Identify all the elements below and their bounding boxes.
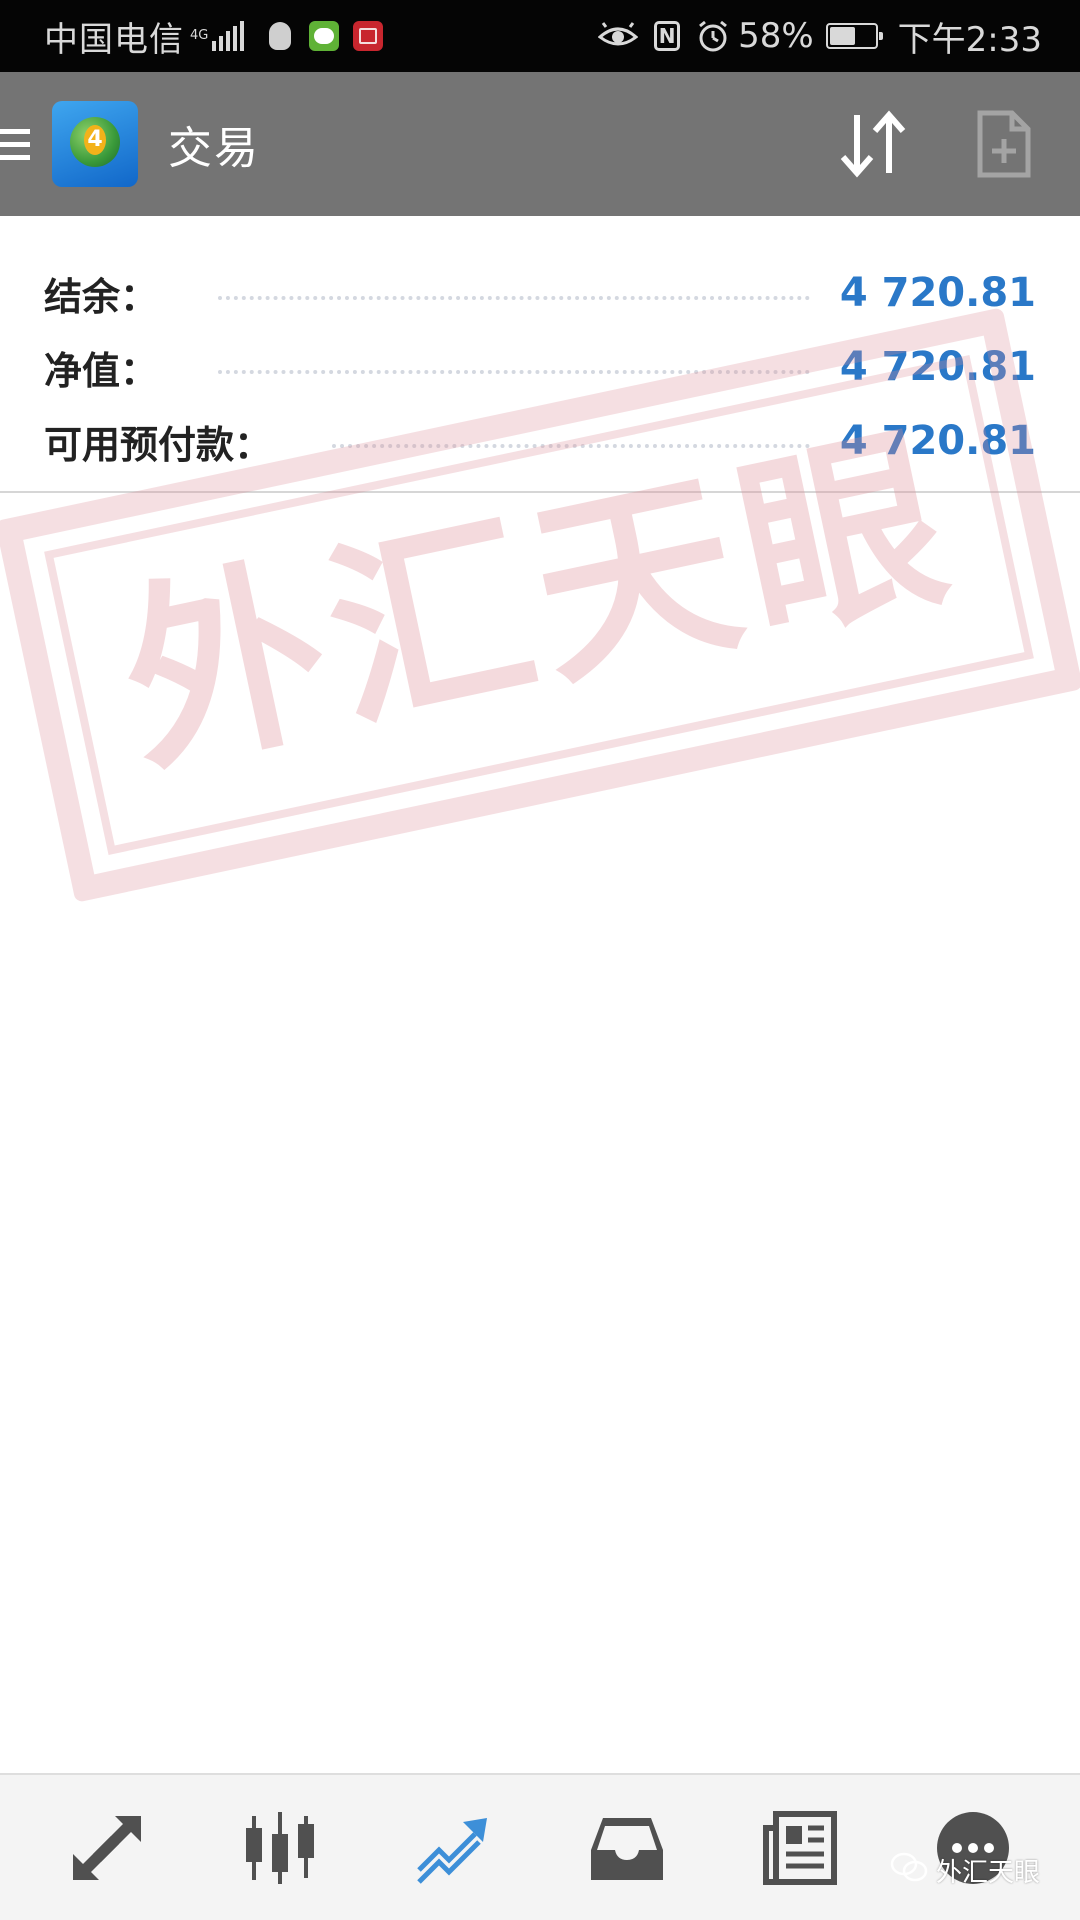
nfc-icon: N xyxy=(654,21,681,51)
history-icon[interactable] xyxy=(572,1793,682,1903)
clock: 下午2:33 xyxy=(897,19,1042,60)
chart-icon[interactable] xyxy=(225,1793,335,1903)
equity-label: 净值： xyxy=(44,348,159,393)
balance-label: 结余： xyxy=(44,274,159,319)
page-title: 交易 xyxy=(168,123,260,174)
quotes-icon[interactable] xyxy=(52,1793,162,1903)
wechat-icon xyxy=(890,1852,928,1889)
alarm-icon xyxy=(696,19,730,53)
network-type-label: 4G xyxy=(190,28,209,43)
app-logo[interactable]: 4 xyxy=(52,101,138,187)
battery-icon xyxy=(825,23,883,49)
menu-icon[interactable] xyxy=(0,72,30,216)
free-margin-label: 可用预付款： xyxy=(44,422,273,467)
pet-app-icon xyxy=(309,21,339,51)
account-row-balance: 结余： 4 720.81 xyxy=(0,256,1080,330)
equity-value: 4 720.81 xyxy=(839,344,1036,390)
sort-icon[interactable] xyxy=(828,99,918,189)
signal-icon xyxy=(212,21,247,51)
dotted-leader xyxy=(218,360,810,374)
free-margin-value: 4 720.81 xyxy=(839,418,1036,464)
account-row-free-margin: 可用预付款： 4 720.81 xyxy=(0,404,1080,478)
app-toolbar: 4 交易 xyxy=(0,72,1080,216)
book-app-icon xyxy=(353,21,383,51)
eye-icon xyxy=(598,21,639,51)
carrier-name: 中国电信 xyxy=(44,19,184,60)
bottom-nav xyxy=(0,1773,1080,1920)
footer-credit: 外汇天眼 xyxy=(890,1852,1040,1889)
status-bar: 中国电信 4G N 58% 下午2:33 xyxy=(0,0,1080,72)
new-order-icon[interactable] xyxy=(974,99,1034,189)
news-icon[interactable] xyxy=(745,1793,855,1903)
account-row-equity: 净值： 4 720.81 xyxy=(0,330,1080,404)
battery-percent: 58% xyxy=(738,16,814,56)
trade-icon[interactable] xyxy=(398,1793,508,1903)
status-bar-left: 中国电信 4G xyxy=(44,12,397,61)
footer-credit-text: 外汇天眼 xyxy=(936,1858,1041,1888)
dotted-leader xyxy=(218,286,810,300)
status-bar-right: N 58% 下午2:33 xyxy=(582,12,1042,61)
battery-fill xyxy=(829,27,856,45)
dotted-leader xyxy=(332,434,810,448)
qq-icon xyxy=(265,21,295,51)
balance-value: 4 720.81 xyxy=(839,270,1036,316)
account-summary: 结余： 4 720.81 净值： 4 720.81 可用预付款： 4 720.8… xyxy=(0,216,1080,493)
app-logo-number: 4 xyxy=(84,125,106,155)
